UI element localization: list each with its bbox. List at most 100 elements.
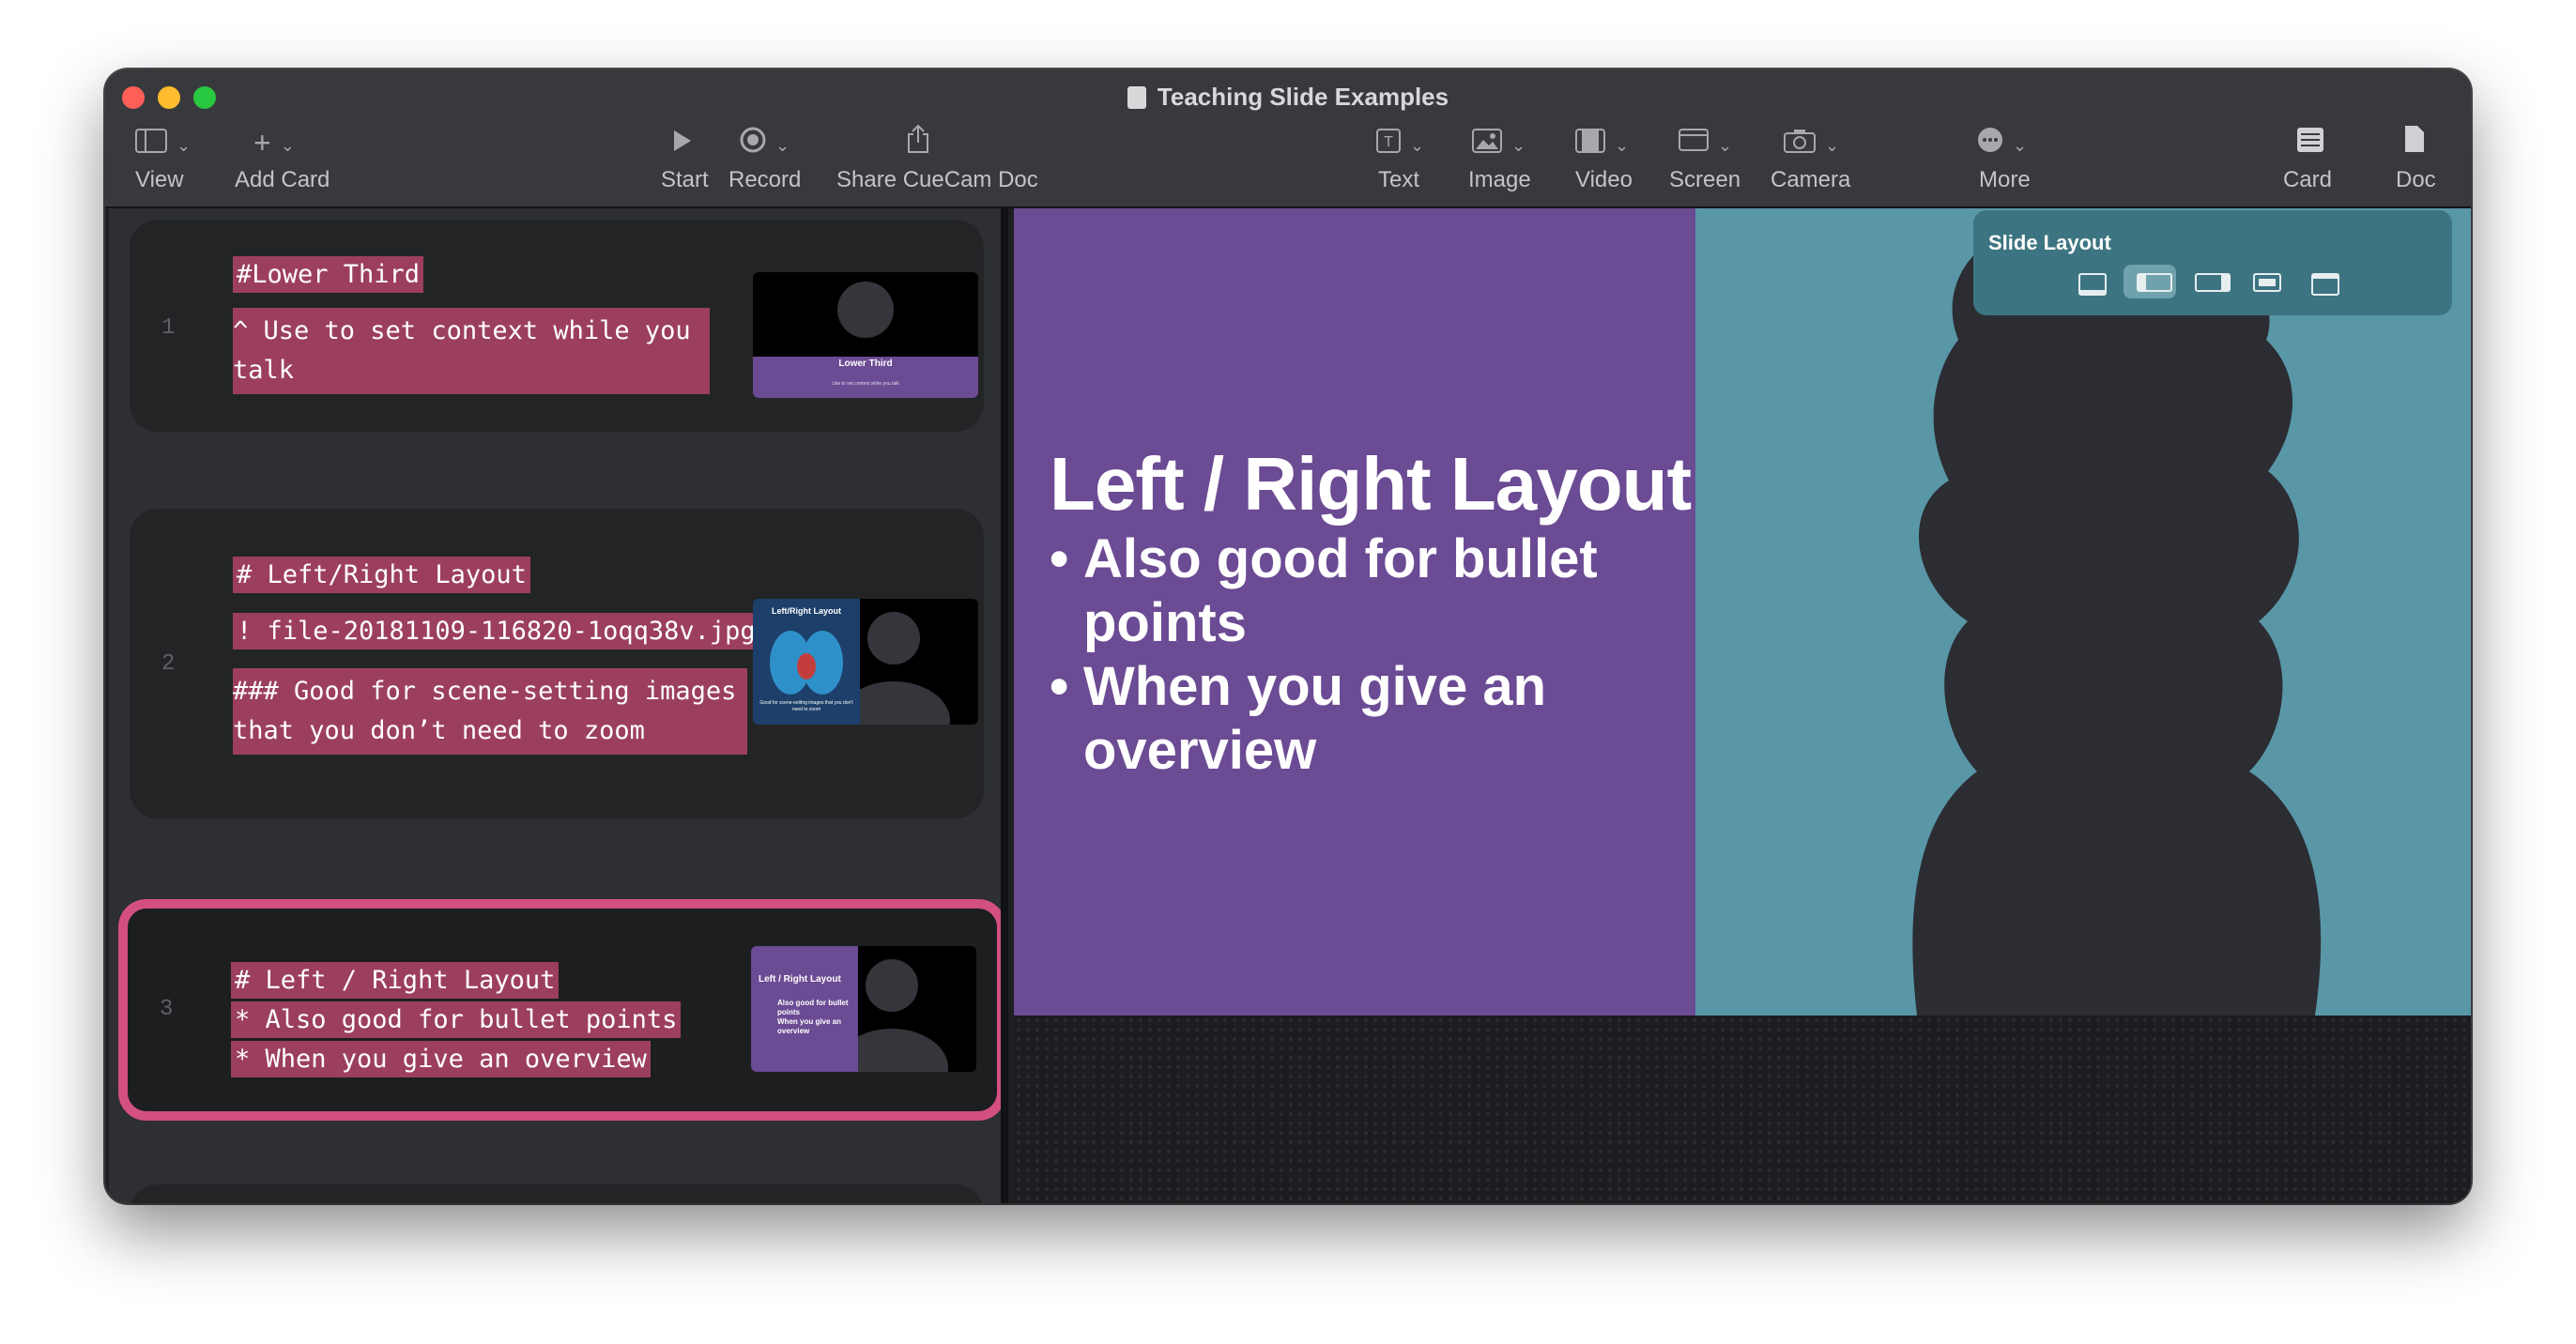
ellipsis-icon: ⌄ <box>1977 124 2027 161</box>
card-line: ### Good for scene-setting images <box>233 677 737 706</box>
card-line: ! file-20181109-116820-1oqq38v.jpg <box>233 613 759 649</box>
thumb-bullets: Also good for bullet points When you giv… <box>777 999 852 1036</box>
card-2[interactable]: 2 # Left/Right Layout ! file-20181109-11… <box>130 509 984 818</box>
right-left-layout-icon <box>2195 273 2231 292</box>
doc-inspector-button[interactable]: Doc <box>2396 118 2452 203</box>
doc-label: Doc <box>2396 167 2436 192</box>
video-label: Video <box>1575 167 1633 192</box>
video-button[interactable]: ⌄ Video <box>1562 118 1656 203</box>
sidebar-icon: ⌄ <box>135 124 191 161</box>
thumb-subtitle: Use to set context while you talk <box>832 381 899 387</box>
card-1[interactable]: 1 #Lower Third ^ Use to set context whil… <box>130 220 984 432</box>
card-icon <box>2296 124 2324 161</box>
image-button[interactable]: ⌄ Image <box>1457 118 1551 203</box>
card-thumbnail[interactable]: Lower Third Use to set context while you… <box>753 272 978 398</box>
person-silhouette-icon <box>753 282 978 398</box>
card-line: that you don’t need to zoom <box>233 716 645 745</box>
slide-text-panel: Left / Right Layout Also good for bullet… <box>1014 208 1695 1016</box>
card-line: #Lower Third <box>233 256 424 293</box>
banner-layout-icon <box>2311 273 2339 296</box>
text-label: Text <box>1378 167 1420 192</box>
record-label: Record <box>728 167 802 192</box>
layout-lower-third-button[interactable] <box>2065 265 2118 298</box>
slide-bullet: When you give an overview <box>1050 655 1609 783</box>
share-label: Share CueCam Doc <box>836 167 1038 192</box>
layout-inset-button[interactable] <box>2240 265 2292 298</box>
card-3-selected[interactable]: 3 # Left / Right Layout * Also good for … <box>118 899 1001 1121</box>
card-number: 1 <box>161 315 176 341</box>
thumb-slide-panel: Left / Right Layout Also good for bullet… <box>751 946 858 1072</box>
photo-icon: ⌄ <box>1472 124 1526 161</box>
view-label: View <box>135 167 184 192</box>
app-window: Teaching Slide Examples ⌄ View + ⌄ Add Ca… <box>105 69 2471 1203</box>
camera-feed-panel <box>1695 208 2471 1016</box>
card-thumbnail[interactable]: Left / Right Layout Also good for bullet… <box>751 946 976 1072</box>
screen-label: Screen <box>1669 167 1741 192</box>
slide-title: Left / Right Layout <box>1050 442 1692 526</box>
layout-banner-button[interactable] <box>2298 265 2351 298</box>
person-silhouette-icon <box>1912 210 2322 1016</box>
window-title-text: Teaching Slide Examples <box>1157 83 1449 111</box>
card-line: ^ Use to set context while you <box>233 316 691 345</box>
add-card-label: Add Card <box>235 167 330 192</box>
thumb-subtitle: Good for scene-setting images that you d… <box>759 700 853 712</box>
svg-text:T: T <box>1384 134 1393 150</box>
card-label: Card <box>2283 167 2333 192</box>
chevron-down-icon: ⌄ <box>1410 135 1425 155</box>
doc-icon <box>2403 124 2426 161</box>
screen-icon: ⌄ <box>1679 124 1732 161</box>
slide-preview[interactable]: Left / Right Layout Also good for bullet… <box>1014 208 2471 1203</box>
card-list-sidebar[interactable]: 1 #Lower Third ^ Use to set context whil… <box>109 208 1008 1203</box>
start-button[interactable]: Start <box>650 118 725 203</box>
film-icon: ⌄ <box>1575 124 1629 161</box>
thumb-bullet: Also good for bullet points <box>777 999 849 1016</box>
share-icon <box>906 124 930 161</box>
lower-third-layout-icon <box>2078 273 2107 296</box>
record-button[interactable]: ⌄ Record <box>725 118 828 203</box>
start-label: Start <box>661 167 709 192</box>
document-icon <box>1127 86 1146 109</box>
chevron-down-icon: ⌄ <box>1718 135 1733 155</box>
inset-layout-icon <box>2253 273 2281 292</box>
add-card-button[interactable]: + ⌄ Add Card <box>225 118 357 203</box>
card-line: * Also good for bullet points <box>231 1001 682 1038</box>
left-right-layout-icon <box>2137 273 2172 292</box>
record-icon: ⌄ <box>740 124 790 161</box>
card-line: talk <box>233 356 295 385</box>
stage-background <box>1014 1016 2471 1203</box>
camera-label: Camera <box>1771 167 1851 192</box>
card-markdown[interactable]: #Lower Third ^ Use to set context while … <box>233 255 721 394</box>
text-icon: T ⌄ <box>1376 124 1424 161</box>
chevron-down-icon: ⌄ <box>280 135 295 155</box>
share-cuecam-doc-button[interactable]: Share CueCam Doc <box>823 118 1038 203</box>
camera-icon: ⌄ <box>1784 124 1839 161</box>
chevron-down-icon: ⌄ <box>775 135 790 155</box>
chevron-down-icon: ⌄ <box>1615 135 1630 155</box>
chevron-down-icon: ⌄ <box>1825 135 1840 155</box>
text-button[interactable]: T ⌄ Text <box>1359 118 1434 203</box>
titlebar: Teaching Slide Examples ⌄ View + ⌄ Add Ca… <box>105 69 2471 208</box>
slide-layout-panel: Slide Layout <box>1973 210 2452 315</box>
slide-layout-title: Slide Layout <box>1988 231 2111 254</box>
card-inspector-button[interactable]: Card <box>2283 118 2358 203</box>
card-thumbnail[interactable]: Left/Right Layout Good for scene-setting… <box>753 599 978 725</box>
card-markdown[interactable]: # Left/Right Layout ! file-20181109-1168… <box>233 556 777 755</box>
layout-left-right-button[interactable] <box>2124 265 2176 298</box>
lungs-image: Left/Right Layout Good for scene-setting… <box>753 599 860 725</box>
slide-bullet: Also good for bullet points <box>1050 527 1609 655</box>
view-button[interactable]: ⌄ View <box>133 118 227 203</box>
image-label: Image <box>1468 167 1531 192</box>
window-title: Teaching Slide Examples <box>105 83 2471 112</box>
card-number: 3 <box>160 997 174 1022</box>
thumb-title: Left/Right Layout <box>772 606 841 616</box>
thumb-bullet: When you give an overview <box>777 1017 842 1035</box>
screen-button[interactable]: ⌄ Screen <box>1664 118 1767 203</box>
camera-button[interactable]: ⌄ Camera <box>1759 118 1891 203</box>
more-button[interactable]: ⌄ More <box>1872 118 2031 203</box>
layout-right-left-button[interactable] <box>2182 265 2234 298</box>
card-4[interactable] <box>130 1184 984 1203</box>
thumb-title: Lower Third <box>838 359 893 369</box>
card-markdown[interactable]: # Left / Right Layout * Also good for bu… <box>231 961 682 1079</box>
card-line: # Left / Right Layout <box>231 962 560 999</box>
play-icon <box>672 124 693 161</box>
